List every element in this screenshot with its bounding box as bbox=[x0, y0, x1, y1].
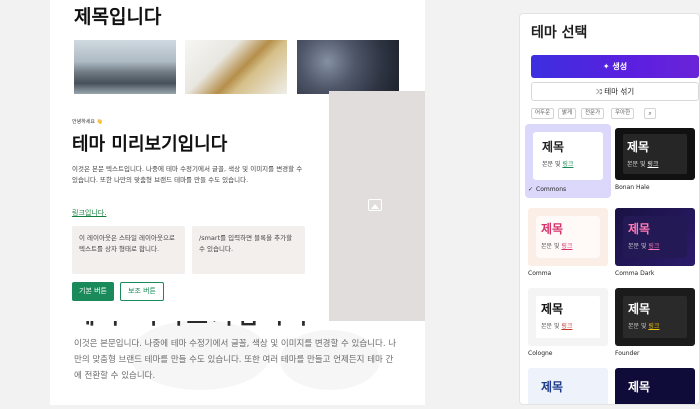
theme-card-title: 제목 bbox=[542, 140, 565, 154]
theme-card-label: Founder bbox=[615, 350, 640, 357]
starry-sky-image[interactable] bbox=[297, 40, 399, 94]
shuffle-icon: ⤨ bbox=[595, 87, 602, 96]
sparkle-icon: ✦ bbox=[602, 62, 610, 71]
preview-primary-button[interactable]: 기본 버튼 bbox=[72, 282, 114, 301]
theme-card-title: 제목 bbox=[541, 380, 564, 394]
theme-card-title: 제목 bbox=[628, 302, 651, 316]
theme-card-title: 제목 bbox=[541, 302, 564, 316]
mix-label: 테마 섞기 bbox=[604, 87, 635, 96]
theme-card[interactable]: 제목 bbox=[528, 368, 610, 404]
theme-card-label: Comma Dark bbox=[615, 270, 655, 277]
theme-card-sub: 본문 및 bbox=[542, 161, 561, 168]
theme-card-bonan-hale[interactable]: 제목 본문 및 링크 Bonan Hale bbox=[615, 128, 697, 191]
filter-chip-light[interactable]: 밝게 bbox=[558, 108, 577, 119]
theme-card-title: 제목 bbox=[541, 222, 564, 236]
document-title[interactable]: 제목입니다 bbox=[74, 2, 161, 29]
theme-card-cologne[interactable]: 제목 본문 및 링크 Cologne bbox=[528, 288, 610, 357]
theme-card-label: Cologne bbox=[528, 350, 553, 357]
search-icon[interactable]: ⌕ bbox=[644, 108, 656, 119]
theme-card-label: Bonan Hale bbox=[615, 184, 650, 191]
theme-panel: 테마 선택 ✦ 생성 ⤨ 테마 섞기 어두운 밝게 전문가 우아한 ⌕ 제목 본… bbox=[519, 13, 700, 405]
document-body-text[interactable]: 이것은 본문입니다. 나중에 테마 수정기에서 글꼴, 색상 및 이미지를 변경… bbox=[74, 336, 400, 384]
filter-chip-dark[interactable]: 어두운 bbox=[531, 108, 555, 119]
preview-body: 이것은 본문 텍스트입니다. 나중에 테마 수정기에서 글꼴, 색상 및 이미지… bbox=[72, 165, 303, 184]
theme-card-label: Comma bbox=[528, 270, 552, 277]
preview-eyebrow: 안녕하세요 👋 bbox=[72, 119, 103, 125]
theme-card-commons[interactable]: 제목 본문 및 링크 ✓ Commons bbox=[525, 124, 611, 198]
theme-card-link: 링크 bbox=[648, 243, 660, 250]
theme-card-link: 링크 bbox=[561, 243, 573, 250]
theme-card-comma[interactable]: 제목 본문 및 링크 Comma bbox=[528, 208, 610, 277]
theme-card-sub: 본문 및 bbox=[541, 243, 560, 250]
theme-card-sub: 본문 및 bbox=[541, 323, 560, 330]
theme-card-title: 제목 bbox=[627, 140, 650, 154]
preview-secondary-button[interactable]: 보조 버튼 bbox=[120, 282, 164, 301]
generate-label: 생성 bbox=[612, 62, 628, 71]
astronaut-image[interactable] bbox=[185, 40, 287, 94]
theme-card-label: Commons bbox=[536, 186, 567, 193]
preview-title: 테마 미리보기입니다 bbox=[72, 134, 228, 155]
theme-card-link: 링크 bbox=[562, 161, 574, 168]
theme-card-sub: 본문 및 bbox=[628, 243, 647, 250]
image-icon bbox=[368, 199, 382, 211]
theme-card[interactable]: 제목 bbox=[615, 368, 697, 404]
theme-card-founder[interactable]: 제목 본문 및 링크 Founder bbox=[615, 288, 697, 357]
generate-button[interactable]: ✦ 생성 bbox=[531, 55, 699, 78]
check-icon: ✓ bbox=[528, 186, 534, 193]
filter-chip-professional[interactable]: 전문가 bbox=[581, 108, 605, 119]
theme-card-link: 링크 bbox=[647, 161, 659, 168]
preview-box: 이 레이아웃은 스타일 레이아웃으로 텍스트를 상자 형태로 합니다. bbox=[72, 226, 185, 274]
mix-themes-button[interactable]: ⤨ 테마 섞기 bbox=[531, 82, 699, 101]
filter-chip-elegant[interactable]: 우아한 bbox=[611, 108, 635, 119]
preview-box: /smart를 입력하면 블록을 추가할 수 있습니다. bbox=[192, 226, 305, 274]
mountain-image[interactable] bbox=[74, 40, 176, 94]
theme-card-sub: 본문 및 bbox=[627, 161, 646, 168]
preview-image-placeholder bbox=[329, 91, 425, 321]
preview-link[interactable]: 링크입니다. bbox=[72, 208, 106, 218]
theme-card-comma-dark[interactable]: 제목 본문 및 링크 Comma Dark bbox=[615, 208, 697, 277]
theme-card-title: 제목 bbox=[628, 380, 651, 394]
theme-card-title: 제목 bbox=[628, 222, 651, 236]
theme-card-link: 링크 bbox=[561, 323, 573, 330]
theme-preview: 안녕하세요 👋 테마 미리보기입니다 이것은 본문 텍스트입니다. 나중에 테마… bbox=[64, 116, 329, 321]
theme-card-sub: 본문 및 bbox=[628, 323, 647, 330]
panel-title: 테마 선택 bbox=[531, 25, 588, 41]
theme-card-link: 링크 bbox=[648, 323, 660, 330]
